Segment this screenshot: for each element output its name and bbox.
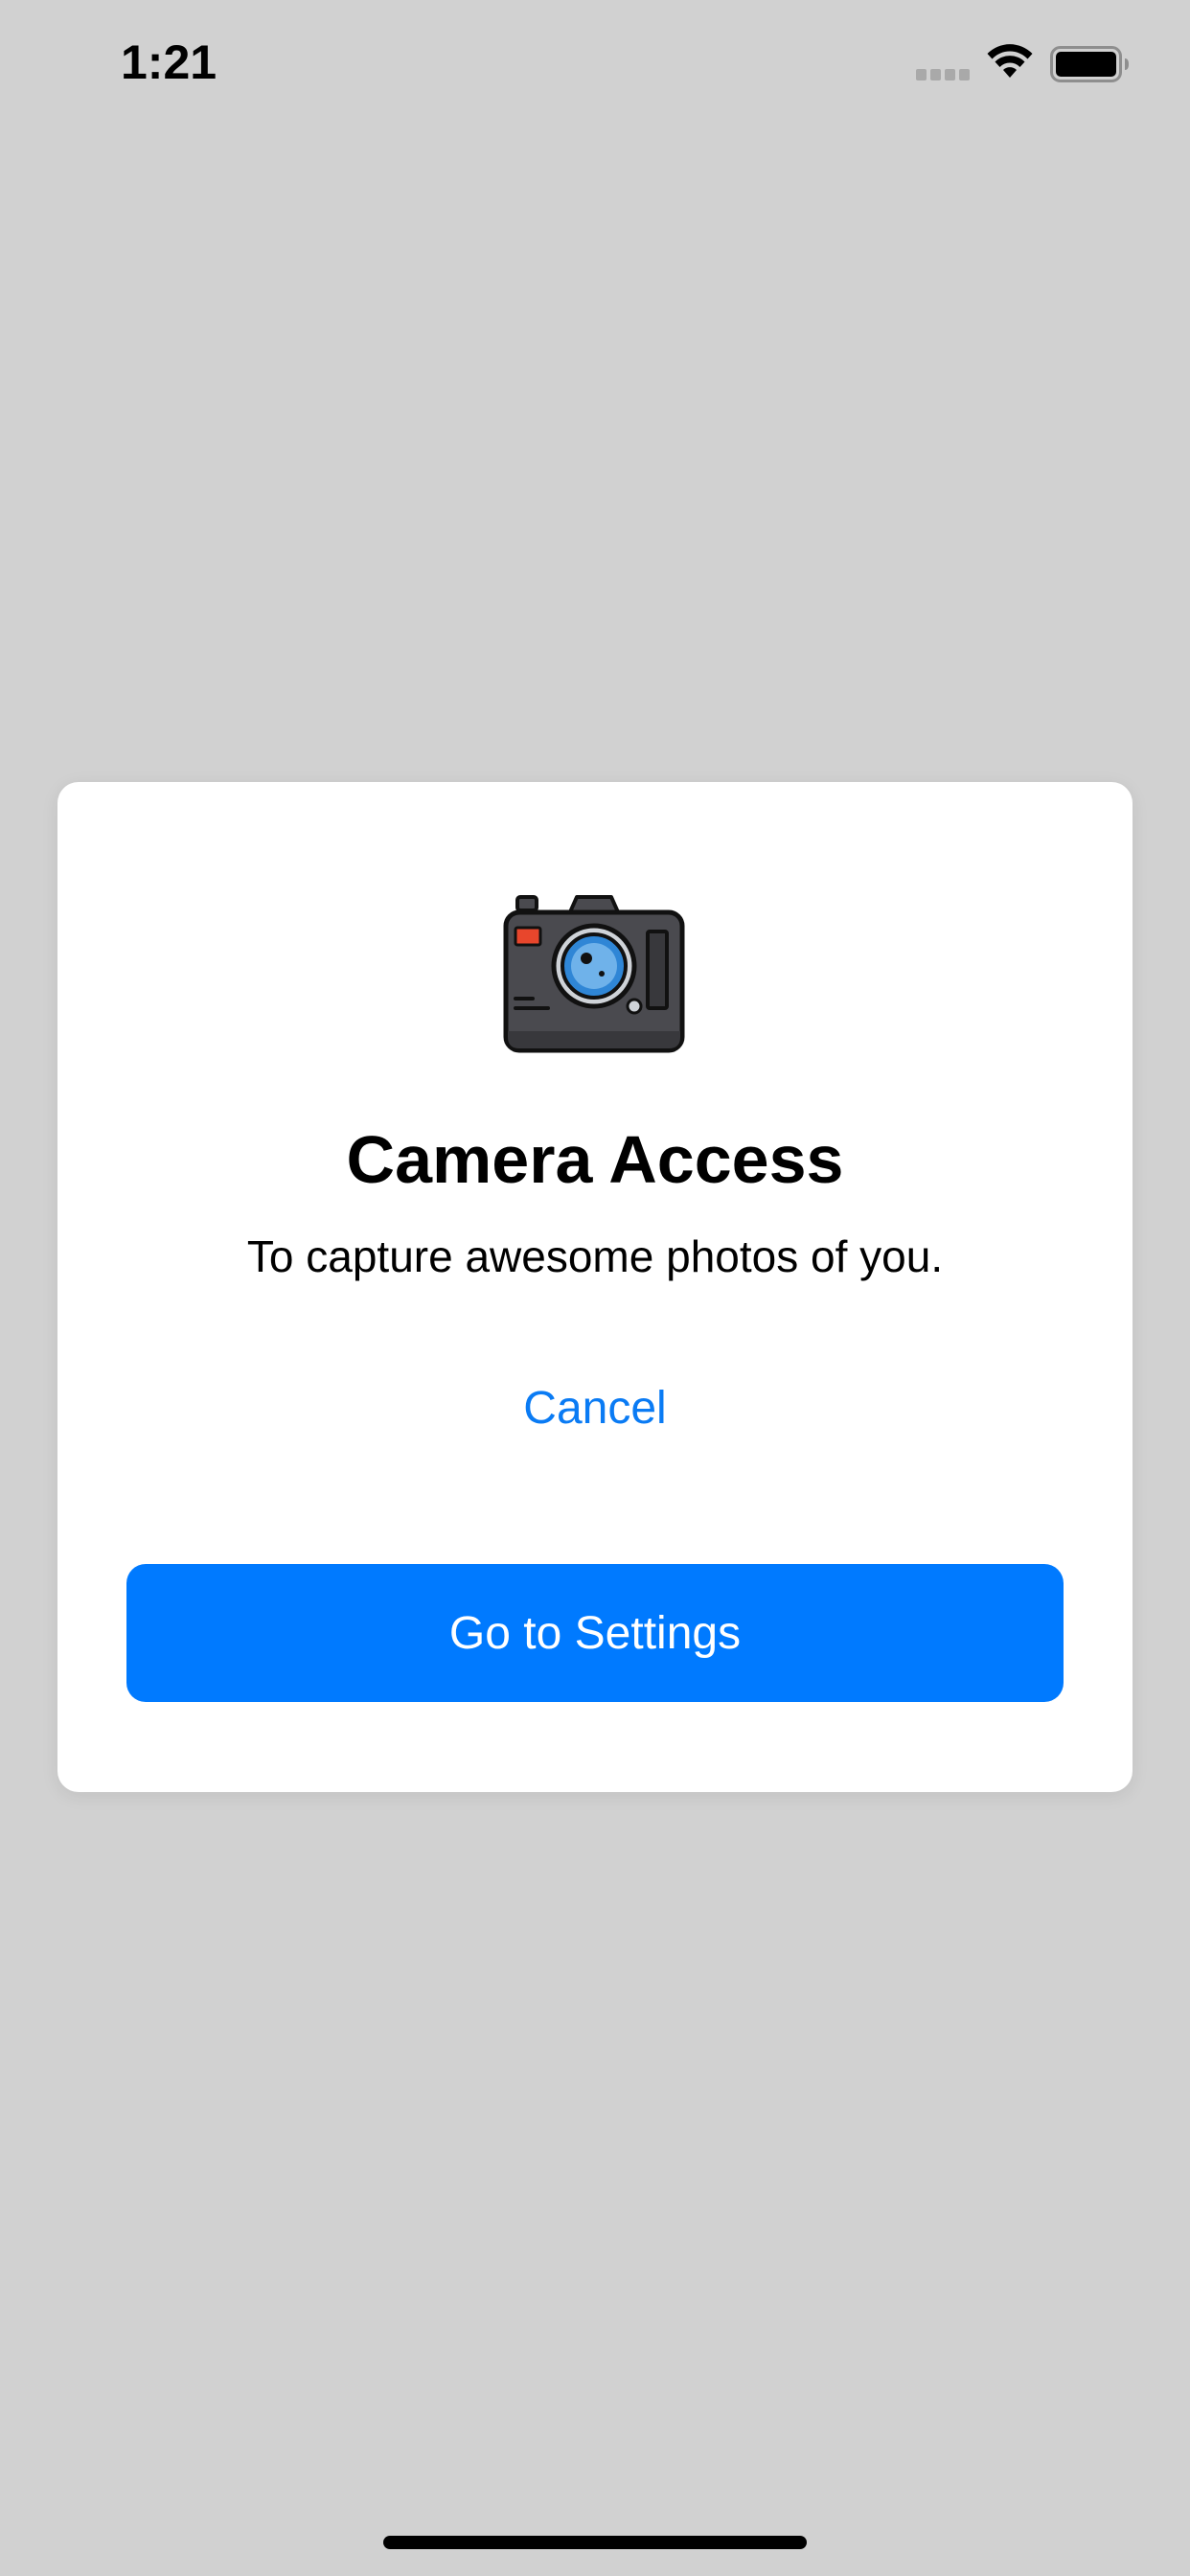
- wifi-icon: [987, 44, 1033, 78]
- status-bar: 1:21: [0, 0, 1190, 134]
- camera-icon: [503, 895, 685, 1053]
- home-indicator[interactable]: [383, 2536, 807, 2549]
- cellular-signal-icon: [916, 69, 970, 80]
- dialog-subtitle: To capture awesome photos of you.: [246, 1231, 944, 1281]
- dialog-title: Camera Access: [346, 1122, 844, 1197]
- battery-icon: [1050, 46, 1129, 82]
- camera-access-dialog: Camera Access To capture awesome photos …: [57, 782, 1133, 1792]
- cancel-button[interactable]: Cancel: [432, 1365, 758, 1451]
- status-time: 1:21: [121, 35, 217, 89]
- go-to-settings-button[interactable]: Go to Settings: [126, 1564, 1064, 1702]
